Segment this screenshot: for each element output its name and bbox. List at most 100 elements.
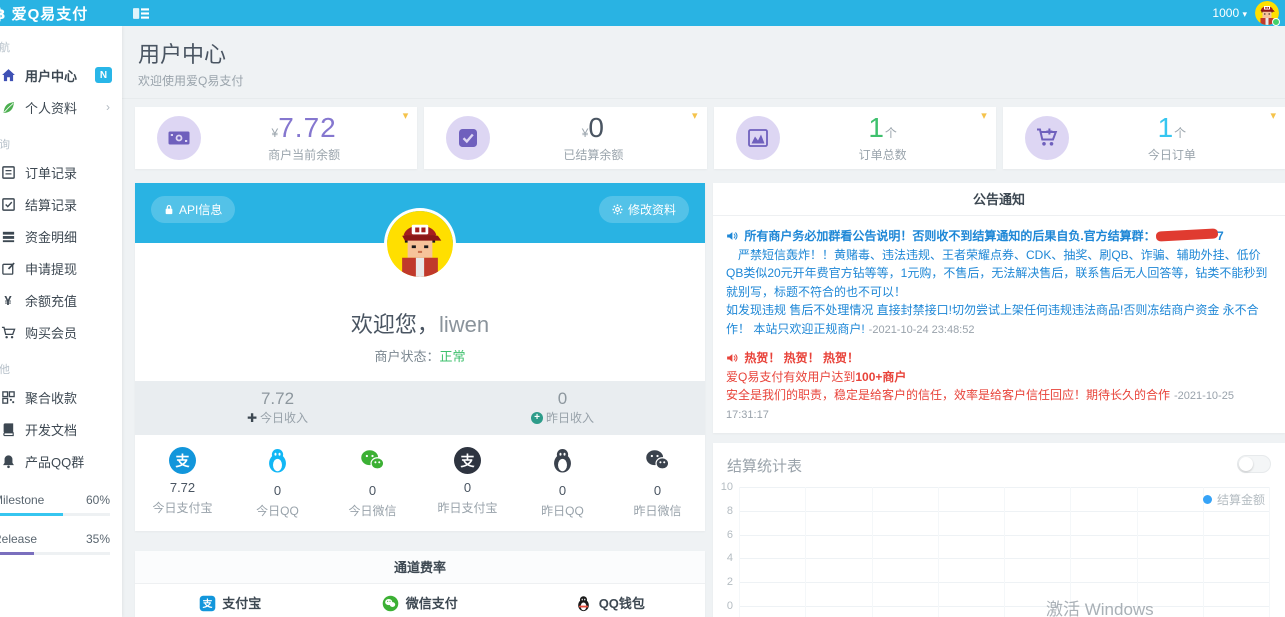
chart-toggle[interactable]: [1237, 455, 1271, 474]
caret-down-icon[interactable]: ▾: [692, 111, 698, 122]
progress-value: 35%: [85, 532, 110, 546]
sidebar-item-funds[interactable]: 资金明细: [0, 220, 122, 252]
stat-label: 订单总数: [858, 147, 907, 162]
qq-icon: [264, 449, 291, 477]
circle-plus-icon: +: [530, 411, 543, 424]
fee-channel-alipay: 支 支付宝: [135, 593, 325, 612]
plus-icon: ✚: [246, 410, 258, 425]
fee-rate-card: 通道费率 支 支付宝 微信支付 QQ钱包: [135, 551, 705, 617]
fee-channel-name: QQ钱包: [598, 595, 645, 611]
list-icon: [0, 164, 16, 180]
announcement-line: 严禁短信轰炸！！黄赌毒、违法违规、王者荣耀点券、CDK、抽奖、刷QB、诈骗、辅助…: [726, 247, 1268, 299]
caret-down-icon[interactable]: ▾: [981, 111, 987, 122]
user-avatar[interactable]: [1255, 1, 1280, 26]
progress-fill: [0, 513, 64, 516]
progress-release: Release 35%: [0, 532, 110, 555]
y-tick-label: 4: [726, 552, 733, 565]
profile-card: API信息 修改资料 欢迎您，liwen 商户状态：正常 7.72 ✚ 今日收入…: [135, 183, 705, 531]
lock-icon: [165, 205, 173, 215]
sidebar-item-label: 个人资料: [25, 100, 78, 116]
pay-stat-today-qq: 0 今日QQ: [230, 447, 325, 519]
chart-legend[interactable]: 结算金额: [1202, 491, 1265, 508]
pay-stat-value: 0: [368, 483, 377, 498]
cart-icon: [0, 324, 16, 340]
progress-fill: [0, 552, 34, 555]
stat-unit: 个: [1174, 125, 1187, 140]
announcement-line: 安全是我们的职责，稳定是给客户的信任，效率是给客户信任回应！期待长久的合作 -20…: [726, 386, 1272, 424]
announcements-title: 公告通知: [713, 183, 1285, 216]
caret-down-icon[interactable]: ▾: [1270, 111, 1276, 122]
income-value: 7.72: [260, 389, 295, 408]
sidebar-item-aggregate-pay[interactable]: 聚合收款: [0, 381, 122, 413]
api-info-label: API信息: [179, 203, 223, 217]
pay-stat-value: 0: [653, 483, 662, 498]
sidebar: 导航 用户中心 N 个人资料 › 查询 订单记录 结算记录 资金明细 申请提现 …: [0, 26, 122, 617]
status-value: 正常: [439, 349, 466, 364]
qr-code-icon: [0, 389, 16, 405]
sidebar-item-label: 余额充值: [25, 293, 78, 309]
username: liwen: [438, 312, 490, 337]
api-info-button[interactable]: API信息: [151, 196, 236, 223]
gear-icon: [612, 204, 623, 215]
pay-stat-label: 今日QQ: [256, 504, 299, 518]
progress-bar: [0, 513, 110, 516]
qq-wallet-icon: [578, 595, 589, 611]
v-gridline: [739, 487, 740, 617]
stat-card-settled-balance: ▾ ¥0 已结算余额: [424, 107, 707, 169]
sidebar-item-withdraw[interactable]: 申请提现: [0, 252, 122, 284]
pay-stat-value: 0: [273, 483, 282, 498]
activate-windows-watermark: 激活 Windows: [1046, 600, 1154, 617]
pay-stat-label: 昨日微信: [633, 504, 682, 518]
pay-stat-label: 今日微信: [348, 504, 397, 518]
sidebar-item-user-center[interactable]: 用户中心 N: [0, 59, 122, 91]
stat-label: 商户当前余额: [268, 147, 341, 162]
check-square-icon: [0, 196, 16, 212]
income-label: 昨日收入: [545, 411, 594, 426]
area-chart-icon: [735, 116, 780, 160]
avatar-image: [387, 211, 453, 277]
announcement-text: 安全是我们的职责，稳定是给客户的信任，效率是给客户信任回应！期待长久的合作: [726, 388, 1171, 403]
announcement-text: 爱Q易支付有效用户达到: [726, 369, 856, 384]
sidebar-item-orders[interactable]: 订单记录: [0, 156, 122, 188]
today-income: 7.72 ✚ 今日收入: [135, 381, 420, 435]
app-logo[interactable]: ฿ 爱Q易支付: [0, 3, 117, 24]
wechat-icon: [359, 450, 386, 477]
stat-value: 1: [1157, 111, 1175, 143]
banknote-icon: [157, 116, 201, 160]
sidebar-item-label: 购买会员: [25, 325, 78, 341]
pay-stat-value: 0: [463, 480, 472, 495]
stat-cards-row: ▾ ¥7.72 商户当前余额 ▾ ¥0 已结算余额 ▾ 1个 订单总数 ▾ 1个…: [135, 107, 1285, 169]
announcement-line: 如发现违规 售后不处理情况 直接封禁接口!切勿尝试上架任何违规违法商品!否则冻结…: [726, 301, 1272, 339]
edit-profile-button[interactable]: 修改资料: [598, 196, 689, 223]
welcome-text: 欢迎您，: [350, 312, 439, 337]
profile-avatar[interactable]: [387, 211, 453, 277]
sidebar-item-settlements[interactable]: 结算记录: [0, 188, 122, 220]
sidebar-item-recharge[interactable]: ¥ 余额充值: [0, 284, 122, 316]
user-menu[interactable]: 1000 ▾: [1212, 6, 1247, 20]
sidebar-item-membership[interactable]: 购买会员: [0, 316, 122, 348]
sidebar-toggle-icon[interactable]: [133, 7, 149, 20]
wechat-icon: [382, 595, 399, 611]
stat-label: 今日订单: [1147, 147, 1196, 162]
v-gridline: [805, 487, 807, 617]
speaker-icon: [726, 229, 741, 243]
sidebar-item-label: 结算记录: [25, 197, 78, 213]
stat-value: 7.72: [278, 111, 337, 143]
sidebar-item-docs[interactable]: 开发文档: [0, 413, 122, 445]
sidebar-item-label: 聚合收款: [25, 390, 78, 406]
v-gridline: [871, 487, 873, 617]
payment-stats-row: 支 7.72 今日支付宝 0 今日QQ 0 今日微信 支 0 昨日支付宝 0 昨…: [135, 435, 705, 531]
announcement-line: 爱Q易支付有效用户达到100+商户: [726, 368, 1272, 387]
fee-card-title: 通道费率: [135, 551, 705, 584]
new-badge: N: [95, 67, 112, 83]
alipay-icon: 支: [199, 595, 215, 611]
sidebar-item-label: 资金明细: [25, 229, 78, 245]
caret-down-icon[interactable]: ▾: [403, 111, 409, 122]
sidebar-item-label: 产品QQ群: [25, 454, 85, 470]
sidebar-item-qq-group[interactable]: 产品QQ群: [0, 445, 122, 477]
redacted-visible-digit: 7: [1217, 229, 1224, 243]
sidebar-item-profile[interactable]: 个人资料 ›: [0, 91, 122, 123]
income-value: 0: [557, 389, 568, 408]
edit-icon: [0, 260, 16, 276]
progress-milestone: Milestone 60%: [0, 493, 110, 516]
